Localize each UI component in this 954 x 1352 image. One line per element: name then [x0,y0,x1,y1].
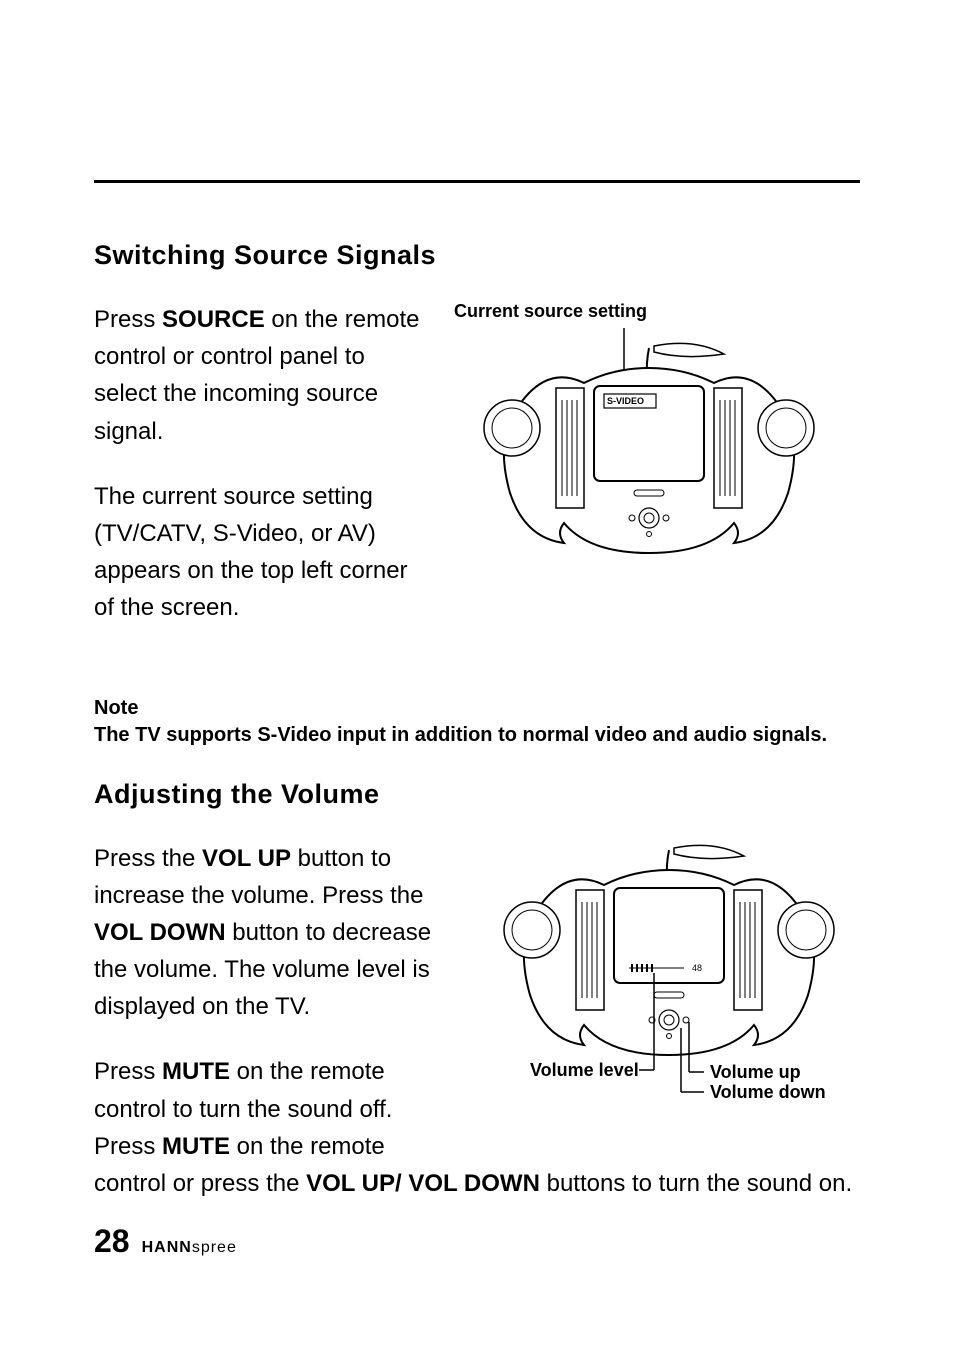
callout-volume-level: Volume level [530,1060,639,1080]
text: on the remote [230,1133,385,1160]
text-bold: MUTE [162,1133,230,1160]
callout-volume-down: Volume down [710,1082,826,1102]
note-label: Note [94,695,860,722]
volume-number: 48 [692,963,702,973]
callout-current-source: Current source setting [454,301,860,322]
text: control or press the [94,1170,306,1197]
text-bold: VOL DOWN [94,919,226,946]
page-number: 28 [94,1223,130,1260]
brand-part1: HANN [142,1239,192,1256]
screen-source-label: S-VIDEO [607,396,644,406]
figure-source: Current source setting [454,301,860,558]
para-vol-1: Press the VOL UP button to increase the … [94,840,454,1026]
para-vol-2a: Press MUTE on the remote control to turn… [94,1053,454,1165]
para-source-2: The current source setting (TV/CATV, S-V… [94,478,434,627]
text-bold: MUTE [162,1058,230,1085]
heading-switching-source: Switching Source Signals [94,240,860,271]
device-illustration-icon: 48 [474,840,864,1110]
figure-volume: 48 [474,840,864,1110]
footer: 28 HANNspree [94,1223,237,1260]
note-text: The TV supports S-Video input in additio… [94,722,860,749]
brand-part2: spree [192,1239,237,1256]
para-source-1: Press SOURCE on the remote control or co… [94,301,434,450]
text: Press [94,1058,162,1085]
text-bold: VOL UP [202,845,291,872]
text: Press the [94,845,202,872]
callout-volume-up: Volume up [710,1062,801,1082]
device-illustration-icon: S-VIDEO [454,328,844,558]
text-bold: SOURCE [162,306,265,333]
text: buttons to turn the sound on. [540,1170,852,1197]
text: Press [94,306,162,333]
brand-logo: HANNspree [142,1239,237,1257]
text-bold: VOL UP/ VOL DOWN [306,1170,540,1197]
top-rule [94,180,860,183]
heading-adjusting-volume: Adjusting the Volume [94,779,860,810]
para-vol-2b: control or press the VOL UP/ VOL DOWN bu… [94,1165,854,1202]
note-block: Note The TV supports S-Video input in ad… [94,695,860,749]
